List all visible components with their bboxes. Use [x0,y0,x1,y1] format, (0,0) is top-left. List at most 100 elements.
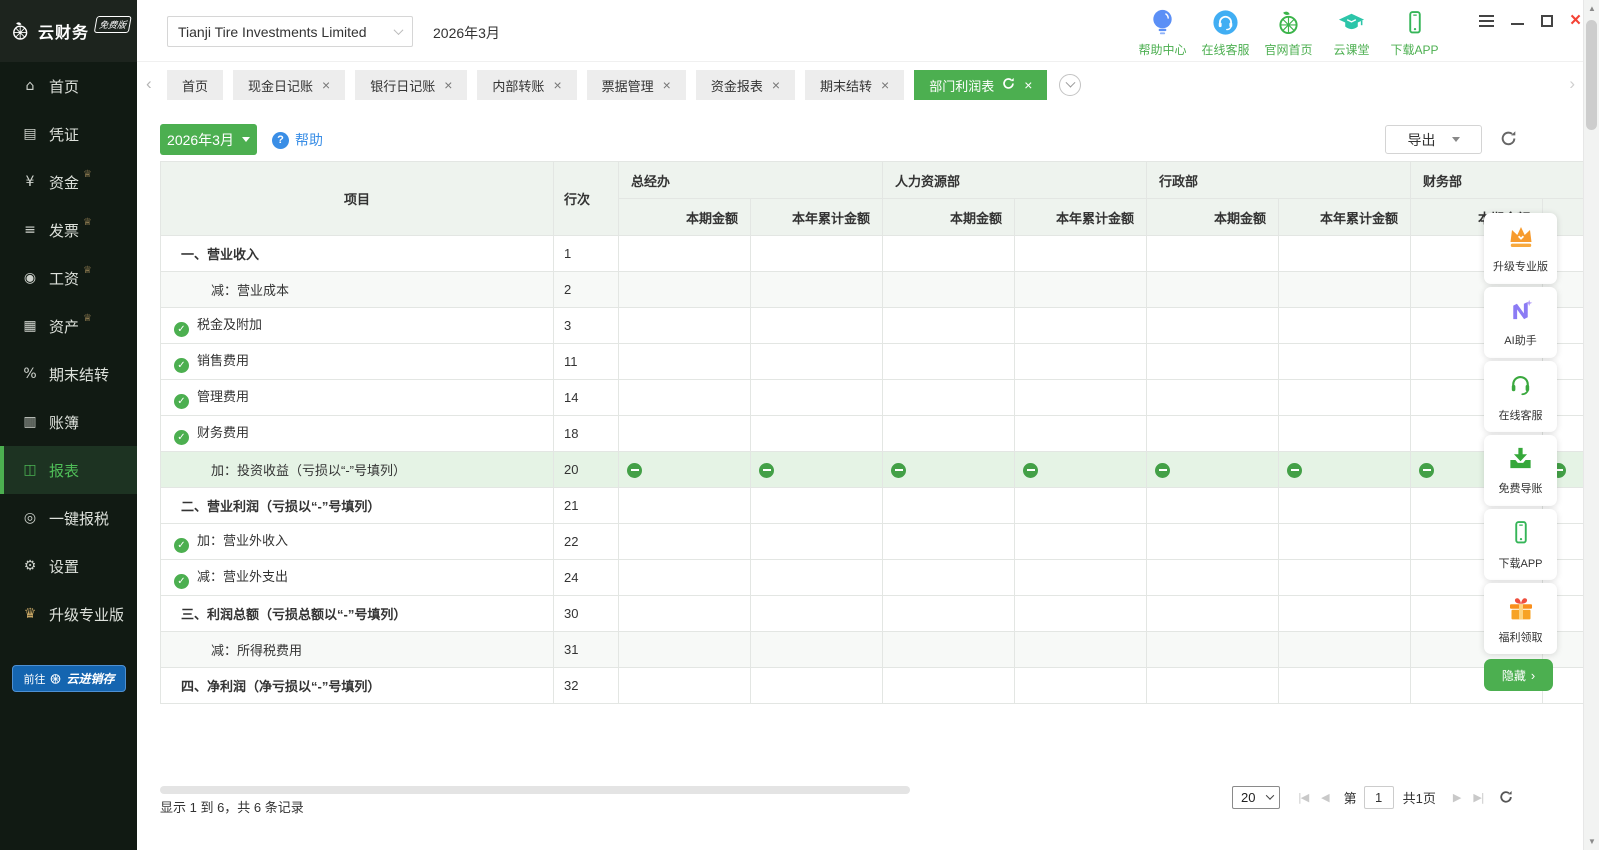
amount-cell [883,560,1015,596]
close-tab-icon[interactable]: × [772,78,780,92]
sidebar-item-funds[interactable]: ¥资金♕ [0,158,137,206]
refresh-tab-icon[interactable] [994,77,1015,93]
tab-8[interactable]: 部门利润表× [914,70,1047,100]
check-circle-icon[interactable]: ✓ [174,574,189,589]
table-row[interactable]: ✓税金及附加3 [161,308,1584,344]
sidebar-item-reports[interactable]: ◫报表 [0,446,137,494]
collapse-minus-icon[interactable] [1287,463,1302,478]
quick-link-1[interactable]: 帮助中心 [1131,6,1194,58]
table-row[interactable]: ✓加：营业外收入22 [161,524,1584,560]
maximize-icon[interactable] [1541,13,1553,29]
vertical-scrollbar[interactable]: ▲ ▼ [1583,0,1599,850]
tabs-scroll-left-icon[interactable]: ‹ [146,74,152,94]
quick-link-4[interactable]: 云课堂 [1320,6,1383,58]
tab-1[interactable]: 首页 [167,70,223,100]
side-panel-item-6[interactable]: 福利领取 [1484,583,1557,654]
first-page-icon[interactable]: |◀ [1298,791,1308,804]
close-tab-icon[interactable]: × [444,78,452,92]
tabs-scroll-right-icon[interactable]: › [1569,74,1575,94]
close-tab-icon[interactable]: × [663,78,671,92]
sidebar-item-voucher[interactable]: ▤凭证 [0,110,137,158]
menu-icon[interactable] [1479,13,1494,29]
quick-link-3[interactable]: 官网首页 [1257,6,1320,58]
table-row[interactable]: 四、净利润（净亏损以“-”号填列）32 [161,668,1584,704]
table-row[interactable]: 减：营业成本2 [161,272,1584,308]
check-circle-icon[interactable]: ✓ [174,394,189,409]
page-size-select[interactable]: 20 [1232,786,1280,809]
side-panel-item-5[interactable]: 下载APP [1484,509,1557,580]
close-tab-icon[interactable]: × [881,78,889,92]
quick-link-2[interactable]: 在线客服 [1194,6,1257,58]
sidebar-item-ledger[interactable]: ▥账簿 [0,398,137,446]
side-panel-item-4[interactable]: 免费导账 [1484,435,1557,506]
table-row[interactable]: 二、营业利润（亏损以“-”号填列）21 [161,488,1584,524]
sidebar-item-assets[interactable]: ▦资产♕ [0,302,137,350]
tab-6[interactable]: 资金报表× [696,70,795,100]
tab-4[interactable]: 内部转账× [477,70,576,100]
last-page-icon[interactable]: ▶| [1473,791,1483,804]
close-icon[interactable]: × [1570,13,1581,29]
sidebar-item-invoice[interactable]: ≡发票♕ [0,206,137,254]
check-circle-icon[interactable]: ✓ [174,538,189,553]
prev-page-icon[interactable]: ◀ [1321,791,1328,804]
sidebar-item-settings[interactable]: ⚙设置 [0,542,137,590]
tab-7[interactable]: 期末结转× [805,70,904,100]
table-row[interactable]: ✓管理费用14 [161,380,1584,416]
table-row[interactable]: ✓减：营业外支出24 [161,560,1584,596]
table-row[interactable]: 加：投资收益（亏损以“-”号填列）20 [161,452,1584,488]
collapse-minus-icon[interactable] [1155,463,1170,478]
collapse-minus-icon[interactable] [891,463,906,478]
amount-cell [619,488,751,524]
scroll-up-icon[interactable]: ▲ [1584,4,1599,13]
scroll-down-icon[interactable]: ▼ [1584,837,1599,846]
scrollbar-thumb[interactable] [1586,20,1597,130]
check-circle-icon[interactable]: ✓ [174,322,189,337]
next-page-icon[interactable]: ▶ [1453,791,1460,804]
close-tab-icon[interactable]: × [553,78,561,92]
tab-3[interactable]: 银行日记账× [355,70,467,100]
period-select-button[interactable]: 2026年3月 [160,124,257,155]
check-circle-icon[interactable]: ✓ [174,430,189,445]
collapse-minus-icon[interactable] [759,463,774,478]
table-row[interactable]: ✓销售费用11 [161,344,1584,380]
table-row[interactable]: 一、营业收入1 [161,236,1584,272]
amount-cell [1147,452,1279,488]
item-label: 加：投资收益（亏损以“-”号填列） [211,463,406,478]
collapse-minus-icon[interactable] [1023,463,1038,478]
refresh-report-icon[interactable] [1500,130,1517,152]
export-button[interactable]: 导出 [1385,125,1482,154]
side-panel-item-1[interactable]: 升级专业版 [1484,213,1557,284]
refresh-page-icon[interactable] [1499,790,1513,804]
collapse-minus-icon[interactable] [627,463,642,478]
table-row[interactable]: 三、利润总额（亏损总额以“-”号填列）30 [161,596,1584,632]
check-circle-icon[interactable]: ✓ [174,358,189,373]
sidebar-item-carryover[interactable]: %期末结转 [0,350,137,398]
horizontal-scrollbar[interactable] [160,786,910,794]
side-panel-item-2[interactable]: AI助手 [1484,287,1557,358]
company-selector[interactable]: Tianji Tire Investments Limited [167,16,413,47]
collapse-minus-icon[interactable] [1419,463,1434,478]
help-label: 帮助 [295,130,323,150]
table-row[interactable]: ✓财务费用18 [161,416,1584,452]
page-number-input[interactable] [1364,786,1394,809]
side-panel-item-3[interactable]: 在线客服 [1484,361,1557,432]
sidebar-item-upgrade[interactable]: ♛升级专业版 [0,590,137,638]
sidebar-item-tax[interactable]: ◎一键报税 [0,494,137,542]
sidebar-item-home[interactable]: ⌂首页 [0,62,137,110]
quick-link-5[interactable]: 下载APP [1383,6,1446,58]
sidebar-item-payroll[interactable]: ◉工资♕ [0,254,137,302]
tab-5[interactable]: 票据管理× [587,70,686,100]
item-cell: 二、营业利润（亏损以“-”号填列） [161,488,554,524]
minimize-icon[interactable] [1511,13,1524,29]
promo-yunjinxiaocun-button[interactable]: 前往 云进销存 [12,665,126,692]
table-row[interactable]: 减：所得税费用31 [161,632,1584,668]
help-link[interactable]: ? 帮助 [272,130,323,150]
close-tab-icon[interactable]: × [1024,78,1032,92]
tab-2[interactable]: 现金日记账× [233,70,345,100]
records-status: 显示 1 到 6，共 6 条记录 [160,797,304,816]
close-tab-icon[interactable]: × [322,78,330,92]
department-header: 人力资源部 [883,162,1147,199]
amount-cell [619,236,751,272]
tab-overflow-button[interactable] [1059,74,1081,96]
hide-panel-button[interactable]: 隐藏 › [1484,659,1553,691]
